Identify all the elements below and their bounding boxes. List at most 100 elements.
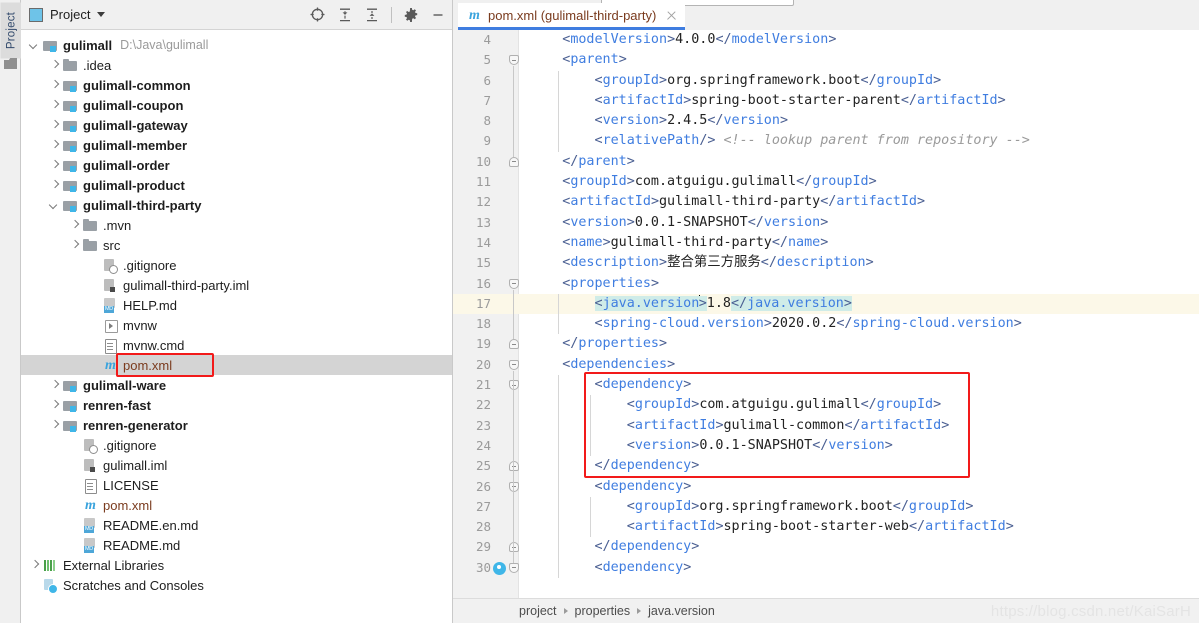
- code-line[interactable]: 11 <groupId>com.atguigu.gulimall</groupI…: [453, 172, 1199, 192]
- fold-open-icon[interactable]: [509, 278, 519, 290]
- line-number[interactable]: 16: [453, 274, 491, 294]
- line-number[interactable]: 21: [453, 375, 491, 395]
- line-number[interactable]: 26: [453, 477, 491, 497]
- code-line[interactable]: 15 <description>整合第三方服务</description>: [453, 253, 1199, 273]
- chevron-right-icon[interactable]: [49, 100, 60, 111]
- line-number[interactable]: 17: [453, 294, 491, 314]
- line-number[interactable]: 6: [453, 71, 491, 91]
- fold-open-icon[interactable]: [509, 481, 519, 493]
- chevron-right-icon[interactable]: [49, 140, 60, 151]
- fold-close-icon[interactable]: [509, 156, 519, 168]
- close-icon[interactable]: [666, 10, 677, 21]
- code-line[interactable]: 4 <modelVersion>4.0.0</modelVersion>: [453, 30, 1199, 50]
- tree-row[interactable]: renren-generator: [21, 415, 452, 435]
- breadcrumb-item-java-version[interactable]: java.version: [648, 604, 715, 618]
- fold-open-icon[interactable]: [509, 55, 519, 66]
- tree-row[interactable]: HELP.md: [21, 295, 452, 315]
- tree-row[interactable]: gulimall-common: [21, 75, 452, 95]
- tree-row[interactable]: .gitignore: [21, 255, 452, 275]
- code-line[interactable]: 30 <dependency>: [453, 558, 1199, 578]
- chevron-right-icon[interactable]: [49, 380, 60, 391]
- line-number[interactable]: 30: [453, 558, 491, 578]
- locate-in-tree-icon[interactable]: [309, 6, 326, 23]
- code-line[interactable]: 26 <dependency>: [453, 477, 1199, 497]
- tree-row[interactable]: m pom.xml: [21, 495, 452, 515]
- chevron-right-icon[interactable]: [49, 180, 60, 191]
- editor-tab-pom-xml[interactable]: m pom.xml (gulimall-third-party): [458, 3, 686, 30]
- code-line[interactable]: 7 <artifactId>spring-boot-starter-parent…: [453, 91, 1199, 111]
- line-number[interactable]: 20: [453, 355, 491, 375]
- line-number[interactable]: 7: [453, 91, 491, 111]
- line-number[interactable]: 25: [453, 456, 491, 476]
- tree-row[interactable]: gulimall-third-party.iml: [21, 275, 452, 295]
- tree-row[interactable]: gulimall-coupon: [21, 95, 452, 115]
- breadcrumb-item-properties[interactable]: properties: [575, 604, 631, 618]
- code-line[interactable]: 12 <artifactId>gulimall-third-party</art…: [453, 192, 1199, 212]
- tool-window-tab-project[interactable]: Project: [0, 2, 22, 59]
- line-number[interactable]: 29: [453, 537, 491, 557]
- chevron-right-icon[interactable]: [49, 120, 60, 131]
- tree-row[interactable]: src: [21, 235, 452, 255]
- gear-icon[interactable]: [403, 7, 419, 23]
- fold-open-icon[interactable]: [509, 359, 519, 371]
- tree-row[interactable]: gulimall-order: [21, 155, 452, 175]
- tree-row[interactable]: gulimall D:\Java\gulimall: [21, 35, 452, 55]
- line-number[interactable]: 5: [453, 50, 491, 70]
- tree-row[interactable]: gulimall-member: [21, 135, 452, 155]
- tree-row[interactable]: gulimall-ware: [21, 375, 452, 395]
- code-line[interactable]: 9 <relativePath/> <!-- lookup parent fro…: [453, 131, 1199, 151]
- line-number[interactable]: 8: [453, 111, 491, 131]
- code-line[interactable]: 28 <artifactId>spring-boot-starter-web</…: [453, 517, 1199, 537]
- code-line[interactable]: 6 <groupId>org.springframework.boot</gro…: [453, 71, 1199, 91]
- line-number[interactable]: 12: [453, 192, 491, 212]
- line-number[interactable]: 9: [453, 131, 491, 151]
- code-editor[interactable]: 4 <modelVersion>4.0.0</modelVersion> 5 <p…: [453, 30, 1199, 598]
- tree-row[interactable]: gulimall-third-party: [21, 195, 452, 215]
- tree-row[interactable]: LICENSE: [21, 475, 452, 495]
- code-line[interactable]: 16 <properties>: [453, 274, 1199, 294]
- fold-close-icon[interactable]: [509, 461, 519, 472]
- code-line[interactable]: 29 </dependency>: [453, 537, 1199, 557]
- tree-row[interactable]: mvnw: [21, 315, 452, 335]
- code-line[interactable]: 25 </dependency>: [453, 456, 1199, 476]
- chevron-right-icon[interactable]: [69, 240, 80, 251]
- code-line[interactable]: 24 <version>0.0.1-SNAPSHOT</version>: [453, 436, 1199, 456]
- line-number[interactable]: 10: [453, 152, 491, 172]
- code-line[interactable]: 22 <groupId>com.atguigu.gulimall</groupI…: [453, 395, 1199, 415]
- code-line[interactable]: 19 </properties>: [453, 334, 1199, 354]
- chevron-right-icon[interactable]: [29, 560, 40, 571]
- line-number[interactable]: 22: [453, 395, 491, 415]
- code-line[interactable]: 18 <spring-cloud.version>2020.0.2</sprin…: [453, 314, 1199, 334]
- fold-close-icon[interactable]: [509, 542, 519, 553]
- line-number[interactable]: 13: [453, 213, 491, 233]
- line-number[interactable]: 4: [453, 30, 491, 50]
- line-number[interactable]: 15: [453, 253, 491, 273]
- project-tree[interactable]: gulimall D:\Java\gulimall .idea gulimall-co…: [21, 31, 452, 623]
- line-number[interactable]: 11: [453, 172, 491, 192]
- code-line[interactable]: 14 <name>gulimall-third-party</name>: [453, 233, 1199, 253]
- chevron-right-icon[interactable]: [49, 420, 60, 431]
- line-number[interactable]: 23: [453, 416, 491, 436]
- fold-open-icon[interactable]: [509, 562, 519, 574]
- tree-row[interactable]: External Libraries: [21, 555, 452, 575]
- chevron-right-icon[interactable]: [49, 60, 60, 71]
- code-line[interactable]: 21 <dependency>: [453, 375, 1199, 395]
- code-line[interactable]: 20 <dependencies>: [453, 355, 1199, 375]
- fold-open-icon[interactable]: [509, 380, 519, 391]
- tree-row[interactable]: mvnw.cmd: [21, 335, 452, 355]
- code-line[interactable]: 5 <parent>: [453, 50, 1199, 70]
- tree-row[interactable]: README.md: [21, 535, 452, 555]
- tree-row[interactable]: renren-fast: [21, 395, 452, 415]
- tree-row[interactable]: README.en.md: [21, 515, 452, 535]
- code-line[interactable]: 17 <java.version>1.8</java.version>: [453, 293, 1199, 315]
- code-line[interactable]: 8 <version>2.4.5</version>: [453, 111, 1199, 131]
- tree-row[interactable]: gulimall-product: [21, 175, 452, 195]
- code-line[interactable]: 13 <version>0.0.1-SNAPSHOT</version>: [453, 213, 1199, 233]
- line-number[interactable]: 18: [453, 314, 491, 334]
- code-line[interactable]: 27 <groupId>org.springframework.boot</gr…: [453, 497, 1199, 517]
- chevron-right-icon[interactable]: [49, 160, 60, 171]
- code-line[interactable]: 23 <artifactId>gulimall-common</artifact…: [453, 416, 1199, 436]
- tree-row[interactable]: .gitignore: [21, 435, 452, 455]
- line-number[interactable]: 27: [453, 497, 491, 517]
- breadcrumb-item-project[interactable]: project: [519, 604, 557, 618]
